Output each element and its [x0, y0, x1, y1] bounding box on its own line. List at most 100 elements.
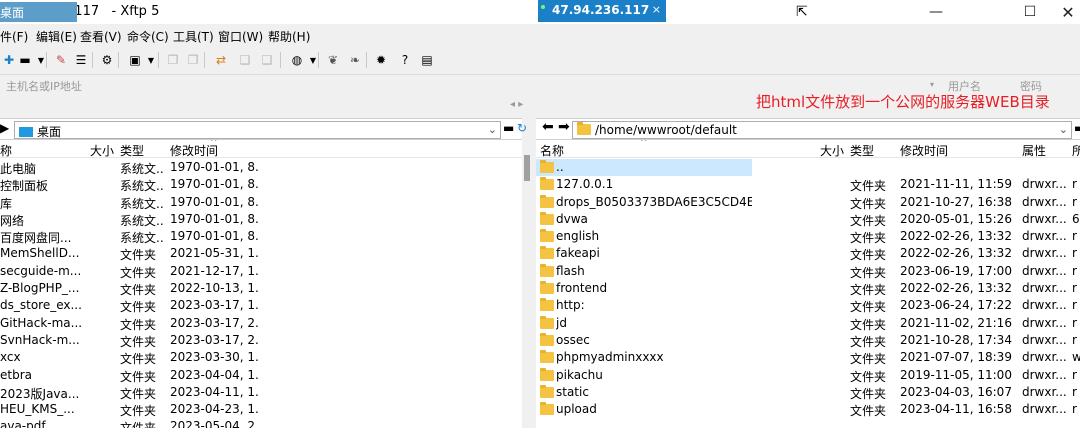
- list-item[interactable]: xcx 文件夹 2023-03-30, 1...: [0, 349, 522, 366]
- menu-tools[interactable]: 工具(T): [173, 28, 214, 45]
- maximize-button[interactable]: ☐: [1018, 2, 1042, 22]
- properties-icon[interactable]: ☰: [72, 51, 90, 69]
- host-input[interactable]: 主机名或IP地址: [6, 78, 82, 94]
- right-folder-action-icon[interactable]: ▬: [1074, 121, 1080, 135]
- folder-icon: [540, 384, 554, 398]
- menu-edit[interactable]: 编辑(E): [36, 28, 77, 45]
- file-type: 文件夹: [120, 265, 157, 280]
- list-item[interactable]: jd 文件夹 2021-11-02, 21:16 drwxr... r: [536, 315, 1080, 332]
- list-item[interactable]: http: 文件夹 2023-06-24, 17:22 drwxr... r: [536, 297, 1080, 314]
- list-item[interactable]: pikachu 文件夹 2019-11-05, 11:00 drwxr... r: [536, 367, 1080, 384]
- list-item[interactable]: GitHack-ma... 文件夹 2023-03-17, 2...: [0, 315, 522, 332]
- list-item[interactable]: 库 系统文... 1970-01-01, 8...: [0, 194, 522, 211]
- file-name: Z-BlogPHP_...: [0, 281, 80, 296]
- file-name: phpmyadminxxxx: [556, 350, 664, 365]
- options-gear-icon[interactable]: ✹: [372, 51, 390, 69]
- folder-icon: [577, 122, 591, 135]
- minimize-button[interactable]: —: [924, 2, 948, 22]
- col-type[interactable]: 类型: [850, 142, 874, 159]
- scrollbar-thumb[interactable]: [524, 155, 530, 181]
- folder-icon: [540, 194, 554, 208]
- sync-icon[interactable]: ⇄: [212, 51, 230, 69]
- globe-dropdown-icon[interactable]: ▼: [304, 51, 322, 69]
- file-owner: r: [1072, 402, 1077, 417]
- list-item[interactable]: secguide-m... 文件夹 2021-12-17, 1...: [0, 263, 522, 280]
- list-item[interactable]: frontend 文件夹 2022-02-26, 13:32 drwxr... r: [536, 280, 1080, 297]
- col-size[interactable]: 大小: [820, 142, 844, 159]
- tab-nav-arrows-icon[interactable]: ◂ ▸: [510, 99, 523, 110]
- list-item[interactable]: 网络 系统文... 1970-01-01, 8...: [0, 211, 522, 228]
- col-size[interactable]: 大小: [90, 142, 114, 159]
- list-item[interactable]: flash 文件夹 2023-06-19, 17:00 drwxr... r: [536, 263, 1080, 280]
- menu-view[interactable]: 查看(V): [80, 28, 122, 45]
- chat-icon[interactable]: ▤: [418, 51, 436, 69]
- file-owner: r: [1072, 367, 1077, 382]
- file-name: ossec: [556, 332, 590, 347]
- file-name: xcx: [0, 350, 21, 365]
- copy-icon[interactable]: ❐: [164, 51, 182, 69]
- list-item[interactable]: 控制面板 系统文... 1970-01-01, 8...: [0, 176, 522, 193]
- list-item[interactable]: 此电脑 系统文... 1970-01-01, 8...: [0, 159, 522, 176]
- left-nav-arrow-icon[interactable]: ▶: [0, 121, 9, 135]
- menu-help[interactable]: 帮助(H): [268, 28, 310, 45]
- col-owner[interactable]: 所: [1072, 142, 1080, 159]
- right-path-dropdown-icon[interactable]: ⌄: [1059, 123, 1068, 136]
- list-item[interactable]: dvwa 文件夹 2020-05-01, 15:26 drwxr... 6: [536, 211, 1080, 228]
- left-refresh-icon[interactable]: ↻: [517, 121, 527, 135]
- right-path-input[interactable]: /home/wwwroot/default ⌄: [572, 121, 1072, 139]
- list-item[interactable]: fakeapi 文件夹 2022-02-26, 13:32 drwxr... r: [536, 245, 1080, 262]
- list-item[interactable]: drops_B0503373BDA6E3C5CD4E5... 文件夹 2021-10…: [536, 194, 1080, 211]
- file-type: 文件夹: [120, 283, 157, 298]
- xftp-icon[interactable]: ❧: [346, 51, 364, 69]
- settings-icon[interactable]: ⚙: [98, 51, 116, 69]
- col-modified[interactable]: 修改时间: [900, 142, 948, 159]
- list-item[interactable]: 127.0.0.1 文件夹 2021-11-11, 11:59 drwxr... r: [536, 176, 1080, 193]
- col-attributes[interactable]: 属性: [1022, 142, 1046, 159]
- list-item[interactable]: Z-BlogPHP_... 文件夹 2022-10-13, 1...: [0, 280, 522, 297]
- left-path-input[interactable]: 桌面 ⌄: [14, 121, 501, 139]
- close-tab-icon[interactable]: ×: [652, 3, 661, 16]
- back-arrow-icon[interactable]: ⬅: [542, 119, 554, 135]
- list-item[interactable]: 2023版Java... 文件夹 2023-04-11, 1...: [0, 384, 522, 401]
- tab-remote-session[interactable]: 47.94.236.117 ×: [538, 0, 666, 22]
- list-item[interactable]: upload 文件夹 2023-04-11, 16:58 drwxr... r: [536, 401, 1080, 418]
- left-scrollbar[interactable]: [522, 140, 536, 428]
- col-name[interactable]: 称: [0, 142, 12, 159]
- col-name[interactable]: 名称: [540, 142, 564, 159]
- left-path-dropdown-icon[interactable]: ⌄: [488, 123, 497, 136]
- upload-icon[interactable]: ❑: [258, 51, 276, 69]
- col-type[interactable]: 类型: [120, 142, 144, 159]
- open-dropdown-icon[interactable]: ▼: [32, 51, 50, 69]
- help-icon[interactable]: ?: [396, 51, 414, 69]
- menu-file[interactable]: 件(F): [0, 28, 28, 45]
- list-item[interactable]: etbra 文件夹 2023-04-04, 1...: [0, 367, 522, 384]
- list-item[interactable]: phpmyadminxxxx 文件夹 2021-07-07, 18:39 drwxr.…: [536, 349, 1080, 366]
- list-item[interactable]: ds_store_ex... 文件夹 2023-03-17, 1...: [0, 297, 522, 314]
- file-type: 系统文...: [120, 213, 164, 228]
- file-type: 文件夹: [850, 386, 887, 401]
- list-item[interactable]: 百度网盘同... 系统文... 1970-01-01, 8...: [0, 228, 522, 245]
- left-folder-action-icon[interactable]: ▬: [503, 121, 514, 135]
- list-item[interactable]: static 文件夹 2023-04-03, 16:07 drwxr... r: [536, 384, 1080, 401]
- menu-command[interactable]: 命令(C): [127, 28, 169, 45]
- forward-arrow-icon[interactable]: ➡: [558, 119, 570, 135]
- file-modified: 2023-03-30, 1...: [170, 350, 260, 365]
- list-item[interactable]: SvnHack-m... 文件夹 2023-03-17, 2...: [0, 332, 522, 349]
- disconnect-icon[interactable]: ✎: [52, 51, 70, 69]
- list-item[interactable]: HEU_KMS_... 文件夹 2023-04-23, 1...: [0, 401, 522, 418]
- xshell-icon[interactable]: ❦: [324, 51, 342, 69]
- tab-local-desktop[interactable]: 桌面: [0, 2, 77, 22]
- list-item[interactable]: MemShellD... 文件夹 2021-05-31, 1...: [0, 245, 522, 262]
- list-item[interactable]: ..: [536, 159, 752, 177]
- menu-window[interactable]: 窗口(W): [218, 28, 263, 45]
- folder-icon: [540, 281, 554, 295]
- host-dropdown-icon[interactable]: ▾: [930, 80, 934, 89]
- paste-icon[interactable]: ❐: [184, 51, 202, 69]
- list-item[interactable]: ossec 文件夹 2021-10-28, 17:34 drwxr... r: [536, 332, 1080, 349]
- list-item[interactable]: ava-pdf 文件夹 2023-05-04, 2...: [0, 418, 522, 428]
- close-button[interactable]: ✕: [1056, 2, 1080, 22]
- file-attributes: drwxr...: [1022, 263, 1067, 278]
- download-icon[interactable]: ❑: [236, 51, 254, 69]
- list-item[interactable]: english 文件夹 2022-02-26, 13:32 drwxr... r: [536, 228, 1080, 245]
- file-name: SvnHack-m...: [0, 332, 80, 347]
